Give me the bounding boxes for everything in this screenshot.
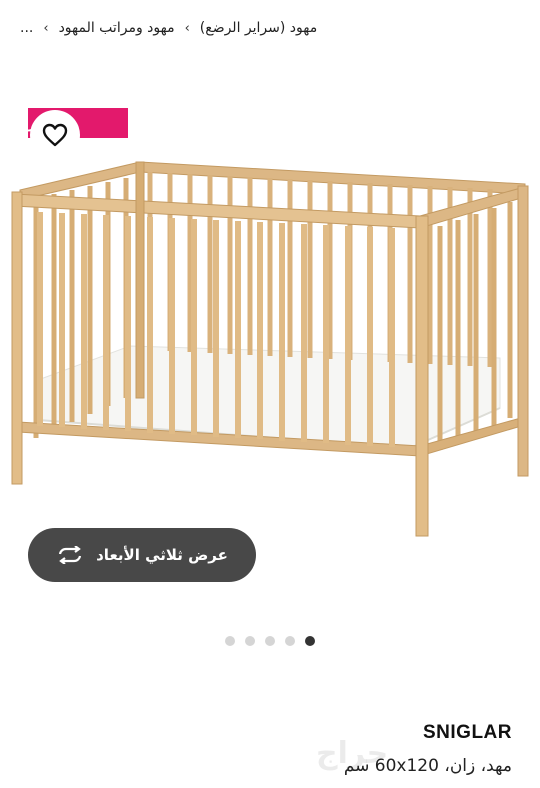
product-image-crib[interactable] [0, 150, 540, 550]
chevron-right-icon: › [43, 20, 49, 36]
chevron-right-icon: › [184, 20, 190, 36]
view-3d-label: عرض ثلاثي الأبعاد [96, 546, 228, 564]
breadcrumb-item-cribs-mattresses[interactable]: مهود ومراتب المهود [59, 20, 175, 36]
view-3d-button[interactable]: عرض ثلاثي الأبعاد [28, 528, 256, 582]
product-description: مهد، زان، 60x120 سم [343, 756, 512, 776]
breadcrumb-ellipsis[interactable]: ... [20, 20, 33, 36]
rotate-arrows-icon [59, 546, 82, 564]
breadcrumb-item-cribs[interactable]: مهود (سراير الرضع) [200, 20, 317, 36]
breadcrumb: ... › مهود ومراتب المهود › مهود (سراير ا… [20, 20, 512, 36]
carousel-dot[interactable] [285, 636, 295, 646]
product-name: SNIGLAR [423, 722, 512, 743]
carousel-indicator [0, 636, 540, 646]
carousel-dot[interactable] [225, 636, 235, 646]
heart-icon [42, 123, 68, 147]
carousel-dot[interactable] [265, 636, 275, 646]
carousel-dot[interactable] [245, 636, 255, 646]
carousel-dot-active[interactable] [305, 636, 315, 646]
